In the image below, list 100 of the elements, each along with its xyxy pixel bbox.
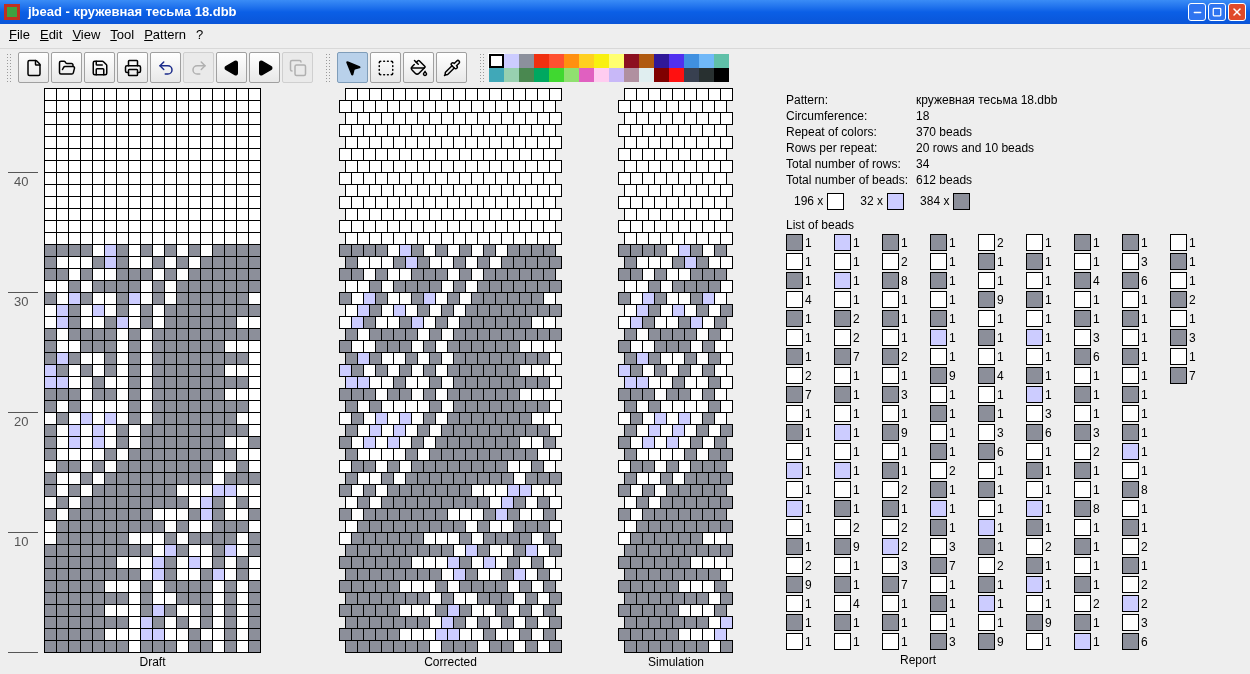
menu-item[interactable]: ? bbox=[191, 25, 209, 45]
bead-count: 2 bbox=[1093, 595, 1100, 613]
menu-item[interactable]: Tool bbox=[105, 25, 140, 45]
bead-count: 1 bbox=[853, 633, 860, 651]
bead-count: 3 bbox=[949, 633, 956, 651]
corrected-label: Corrected bbox=[424, 655, 477, 669]
bead-count: 1 bbox=[1093, 405, 1100, 423]
bead-count: 2 bbox=[853, 310, 860, 328]
bead-count: 1 bbox=[805, 253, 812, 271]
bead-count: 1 bbox=[1141, 557, 1148, 575]
bead-count: 1 bbox=[1045, 310, 1052, 328]
bead-count: 1 bbox=[805, 348, 812, 366]
draft-label: Draft bbox=[139, 655, 166, 669]
bead-count: 1 bbox=[1093, 462, 1100, 480]
bead-count: 1 bbox=[805, 424, 812, 442]
bead-count: 1 bbox=[1093, 481, 1100, 499]
bead-count: 1 bbox=[1045, 272, 1052, 290]
bead-count: 1 bbox=[901, 595, 908, 613]
bead-count: 1 bbox=[1093, 291, 1100, 309]
bead-count: 1 bbox=[901, 614, 908, 632]
bead-count: 9 bbox=[997, 633, 1004, 651]
bead-count: 9 bbox=[805, 576, 812, 594]
bead-count: 1 bbox=[949, 614, 956, 632]
bead-count: 1 bbox=[805, 595, 812, 613]
bead-count: 1 bbox=[853, 386, 860, 404]
bead-count: 2 bbox=[805, 367, 812, 385]
bead-count: 1 bbox=[949, 519, 956, 537]
bead-count: 6 bbox=[1141, 633, 1148, 651]
menu-item[interactable]: File bbox=[4, 25, 35, 45]
bead-count: 1 bbox=[1045, 462, 1052, 480]
bead-count: 1 bbox=[949, 424, 956, 442]
bead-count: 1 bbox=[1045, 386, 1052, 404]
info-value: 370 beads bbox=[916, 124, 974, 140]
bead-count: 1 bbox=[1093, 576, 1100, 594]
row-number: 30 bbox=[14, 293, 30, 311]
bead-count: 3 bbox=[1141, 253, 1148, 271]
bead-count: 1 bbox=[1045, 367, 1052, 385]
bead-count: 2 bbox=[901, 538, 908, 556]
info-value: 612 beads bbox=[916, 172, 974, 188]
bead-count: 1 bbox=[949, 234, 956, 252]
bead-count: 4 bbox=[1093, 272, 1100, 290]
bead-count: 8 bbox=[1141, 481, 1148, 499]
bead-count: 3 bbox=[949, 538, 956, 556]
bead-count: 1 bbox=[853, 234, 860, 252]
bead-count: 1 bbox=[949, 405, 956, 423]
bead-count: 1 bbox=[1141, 462, 1148, 480]
bead-count: 1 bbox=[949, 500, 956, 518]
bead-count: 1 bbox=[901, 367, 908, 385]
bead-count: 1 bbox=[853, 291, 860, 309]
bead-count: 1 bbox=[997, 310, 1004, 328]
bead-count: 2 bbox=[997, 557, 1004, 575]
bead-count: 1 bbox=[805, 272, 812, 290]
bead-count: 1 bbox=[805, 310, 812, 328]
bead-count: 1 bbox=[1141, 348, 1148, 366]
bead-count: 1 bbox=[853, 424, 860, 442]
color-count: 32 x bbox=[860, 193, 884, 210]
bead-count: 1 bbox=[805, 329, 812, 347]
bead-count: 1 bbox=[1093, 253, 1100, 271]
menu-item[interactable]: View bbox=[67, 25, 106, 45]
row-number: 40 bbox=[14, 173, 30, 191]
bead-count: 8 bbox=[1093, 500, 1100, 518]
bead-count: 9 bbox=[853, 538, 860, 556]
bead-count: 1 bbox=[997, 614, 1004, 632]
info-label: Pattern: bbox=[786, 92, 830, 108]
bead-count: 1 bbox=[805, 481, 812, 499]
color-count: 384 x bbox=[920, 193, 950, 210]
bead-count: 1 bbox=[1093, 519, 1100, 537]
bead-count: 1 bbox=[805, 443, 812, 461]
bead-count: 1 bbox=[1093, 367, 1100, 385]
bead-count: 2 bbox=[1189, 291, 1196, 309]
bead-count: 1 bbox=[949, 386, 956, 404]
bead-count: 9 bbox=[949, 367, 956, 385]
bead-count: 1 bbox=[1141, 443, 1148, 461]
bead-count: 1 bbox=[1093, 633, 1100, 651]
bead-count: 1 bbox=[1045, 481, 1052, 499]
bead-count: 1 bbox=[1093, 538, 1100, 556]
bead-count: 1 bbox=[949, 310, 956, 328]
bead-count: 1 bbox=[949, 329, 956, 347]
bead-count: 3 bbox=[997, 424, 1004, 442]
menu-item[interactable]: Edit bbox=[34, 25, 68, 45]
bead-count: 2 bbox=[1141, 595, 1148, 613]
bead-count: 1 bbox=[901, 443, 908, 461]
bead-count: 3 bbox=[1093, 329, 1100, 347]
bead-count: 1 bbox=[901, 329, 908, 347]
bead-count: 1 bbox=[1045, 291, 1052, 309]
bead-count: 9 bbox=[901, 424, 908, 442]
info-label: Repeat of colors: bbox=[786, 124, 878, 140]
bead-count: 1 bbox=[997, 500, 1004, 518]
bead-count: 1 bbox=[805, 405, 812, 423]
bead-count: 1 bbox=[949, 595, 956, 613]
info-value: 34 bbox=[916, 156, 931, 172]
info-value: 18 bbox=[916, 108, 931, 124]
bead-count: 1 bbox=[805, 633, 812, 651]
bead-count: 2 bbox=[1141, 538, 1148, 556]
bead-count: 1 bbox=[805, 500, 812, 518]
bead-count: 4 bbox=[853, 595, 860, 613]
bead-count: 1 bbox=[1093, 557, 1100, 575]
menu-item[interactable]: Pattern bbox=[139, 25, 192, 45]
bead-count: 1 bbox=[901, 310, 908, 328]
bead-count: 6 bbox=[997, 443, 1004, 461]
